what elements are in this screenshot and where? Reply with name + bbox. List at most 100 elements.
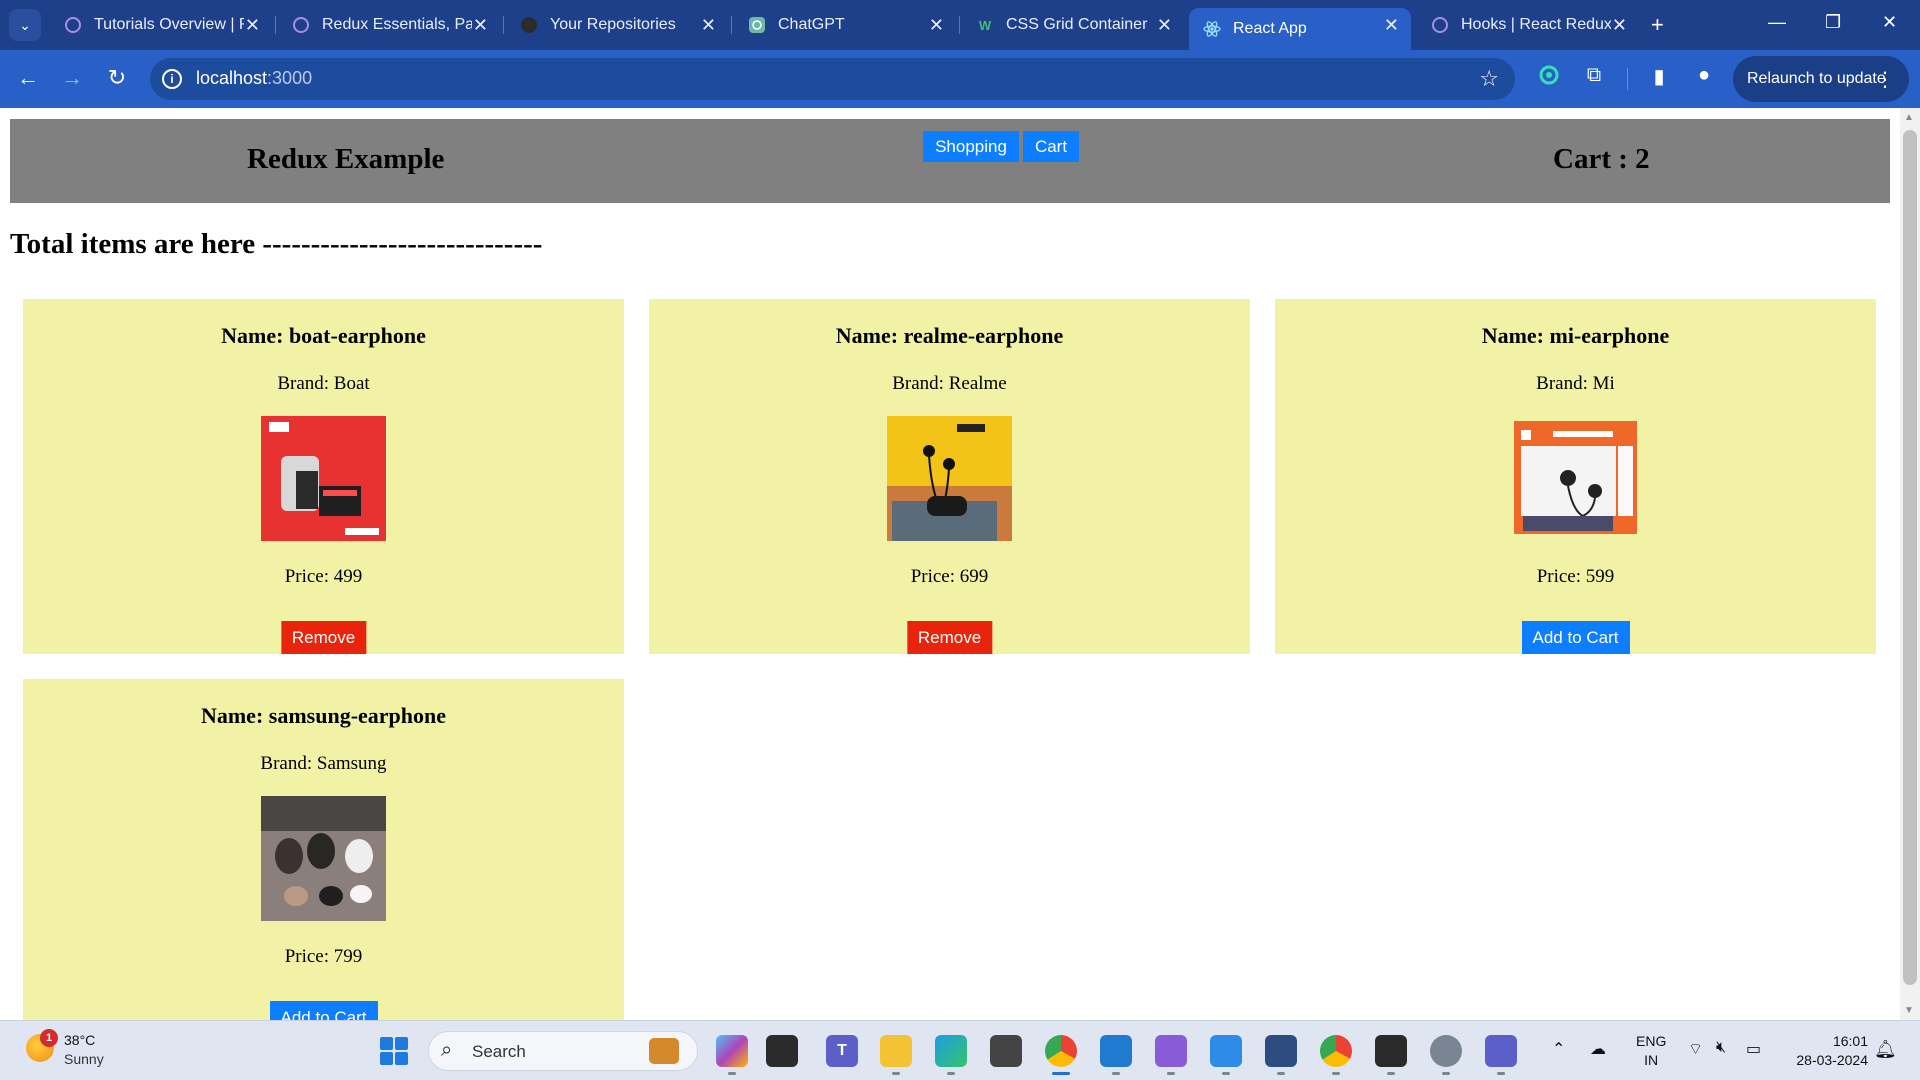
window-close-icon[interactable]: ✕ <box>1882 12 1897 33</box>
close-icon[interactable]: ✕ <box>929 15 944 36</box>
close-icon[interactable]: ✕ <box>473 15 488 36</box>
product-price: Price: 799 <box>284 946 363 967</box>
scroll-up-arrow-icon[interactable]: ▲ <box>1904 112 1914 123</box>
total-items-heading: Total items are here -------------------… <box>10 228 543 260</box>
shopping-nav-button[interactable]: Shopping <box>923 131 1019 162</box>
site-info-icon[interactable]: i <box>162 69 182 89</box>
onedrive-icon[interactable]: ☁ <box>1590 1039 1606 1059</box>
product-brand: Brand: Realme <box>892 373 1007 394</box>
remove-button[interactable]: Remove <box>280 621 367 654</box>
notification-bell-icon[interactable]: 🔔︎ <box>1874 1039 1897 1060</box>
windows-start-icon[interactable] <box>380 1037 408 1065</box>
studio-app-icon[interactable] <box>1265 1035 1297 1075</box>
github-icon <box>520 16 538 34</box>
redux-icon <box>64 16 82 34</box>
product-image-boat <box>261 416 386 541</box>
more-menu-icon[interactable]: ⋮ <box>1875 67 1895 92</box>
tab-search-button[interactable]: ⌄ <box>9 9 41 41</box>
product-image-samsung <box>261 796 386 921</box>
profile-avatar-icon[interactable]: ● <box>1690 64 1718 87</box>
toolbar-separator <box>1627 68 1628 90</box>
visual-studio-icon[interactable] <box>1155 1035 1187 1075</box>
chevron-down-icon: ⌄ <box>19 16 31 33</box>
chevron-up-icon[interactable]: ⌃ <box>1552 1039 1565 1059</box>
page-scrollbar[interactable]: ▲ ▼ <box>1900 108 1920 1020</box>
minimize-icon[interactable]: — <box>1768 12 1786 33</box>
language-region: IN <box>1644 1052 1659 1068</box>
app-title: Redux Example <box>247 143 445 175</box>
tab-label: ChatGPT <box>778 16 845 33</box>
side-panel-icon[interactable]: ▮ <box>1645 64 1673 89</box>
tab-css-grid-container[interactable]: W CSS Grid Container ✕ <box>962 8 1184 42</box>
weather-condition: Sunny <box>64 1051 104 1067</box>
battery-icon[interactable]: ▭ <box>1746 1039 1761 1059</box>
search-icon: ⌕ <box>441 1039 453 1061</box>
relaunch-to-update-button[interactable]: Relaunch to update ⋮ <box>1733 56 1909 102</box>
vscode-icon[interactable] <box>1100 1035 1132 1075</box>
tab-redux-essentials[interactable]: Redux Essentials, Part ✕ <box>278 8 500 42</box>
tab-react-app[interactable]: React App ✕ <box>1189 8 1411 50</box>
wifi-icon[interactable]: ⌔ <box>1688 1039 1703 1059</box>
bookmark-star-icon[interactable]: ☆ <box>1479 66 1499 92</box>
reload-icon[interactable]: ↻ <box>103 65 131 91</box>
product-card-samsung: Name: samsung-earphone Brand: Samsung Pr… <box>23 679 624 1020</box>
product-card-realme: Name: realme-earphone Brand: Realme Pric… <box>649 299 1250 654</box>
url-port: :3000 <box>267 68 313 88</box>
tab-separator <box>503 16 504 34</box>
teams-new-icon[interactable] <box>1485 1035 1517 1075</box>
chrome-icon[interactable] <box>1045 1035 1077 1075</box>
remove-button[interactable]: Remove <box>906 621 993 654</box>
terminal-icon[interactable] <box>1375 1035 1407 1075</box>
weather-temperature: 38°C <box>64 1032 96 1048</box>
address-bar[interactable]: i localhost:3000 ☆ <box>150 58 1515 100</box>
react-icon <box>1203 20 1221 38</box>
add-to-cart-button[interactable]: Add to Cart <box>269 1001 378 1020</box>
forward-arrow-icon[interactable]: → <box>58 65 86 91</box>
windows-taskbar: 1 38°C Sunny ⌕ Search T ⌃ ☁ ENG IN ⌔ 🔇︎ … <box>0 1020 1920 1080</box>
scrollbar-thumb[interactable] <box>1903 130 1917 985</box>
page-viewport: Redux Example Shopping Cart Cart : 2 Tot… <box>0 108 1900 1020</box>
tab-tutorials-overview[interactable]: Tutorials Overview | Redux ✕ <box>50 8 272 42</box>
volume-muted-icon[interactable]: 🔇︎ <box>1716 1039 1726 1057</box>
extension-ring-icon[interactable] <box>1535 64 1563 92</box>
redux-icon <box>292 16 310 34</box>
redux-icon <box>1431 16 1449 34</box>
add-to-cart-button[interactable]: Add to Cart <box>1521 621 1630 654</box>
close-icon[interactable]: ✕ <box>1612 15 1627 36</box>
teams-icon[interactable]: T <box>826 1035 858 1067</box>
tab-your-repositories[interactable]: Your Repositories ✕ <box>506 8 728 42</box>
extensions-puzzle-icon[interactable]: ⧉ <box>1580 64 1608 87</box>
product-price: Price: 599 <box>1536 566 1615 587</box>
back-arrow-icon[interactable]: ← <box>14 65 42 91</box>
tab-label: React App <box>1233 20 1307 37</box>
product-brand: Brand: Boat <box>277 373 370 394</box>
close-icon[interactable]: ✕ <box>245 15 260 36</box>
window-app-icon[interactable] <box>766 1035 798 1067</box>
copilot-icon[interactable] <box>716 1035 748 1075</box>
file-explorer-icon[interactable] <box>880 1035 912 1075</box>
product-image-realme <box>887 416 1012 541</box>
chrome-profile-icon[interactable] <box>1320 1035 1352 1075</box>
restore-icon[interactable]: ❐ <box>1825 12 1841 33</box>
tab-chatgpt[interactable]: ChatGPT ✕ <box>734 8 956 42</box>
close-icon[interactable]: ✕ <box>1384 15 1399 36</box>
language-indicator[interactable]: ENG IN <box>1636 1032 1666 1070</box>
settings-gear-icon[interactable] <box>1430 1035 1462 1075</box>
scroll-down-arrow-icon[interactable]: ▼ <box>1904 1005 1914 1016</box>
product-name: Name: mi-earphone <box>1481 323 1670 348</box>
cart-nav-button[interactable]: Cart <box>1023 131 1079 162</box>
taskbar-search[interactable]: ⌕ Search <box>428 1031 698 1071</box>
new-tab-plus-icon[interactable]: + <box>1651 12 1664 38</box>
notepad-icon[interactable] <box>1210 1035 1242 1075</box>
store-icon[interactable] <box>990 1035 1022 1067</box>
close-icon[interactable]: ✕ <box>701 15 716 36</box>
url-text[interactable]: localhost:3000 <box>196 68 312 89</box>
edge-icon[interactable] <box>935 1035 967 1075</box>
close-icon[interactable]: ✕ <box>1157 15 1172 36</box>
clock-time: 16:01 <box>1832 1033 1868 1049</box>
browser-toolbar: ← → ↻ i localhost:3000 ☆ ⧉ ▮ ● Relaunch … <box>0 50 1920 108</box>
system-clock[interactable]: 16:01 28-03-2024 <box>1788 1032 1868 1070</box>
briefcase-icon <box>649 1038 679 1064</box>
tab-hooks-react-redux[interactable]: Hooks | React Redux ✕ <box>1417 8 1639 42</box>
product-brand: Brand: Mi <box>1536 373 1615 394</box>
